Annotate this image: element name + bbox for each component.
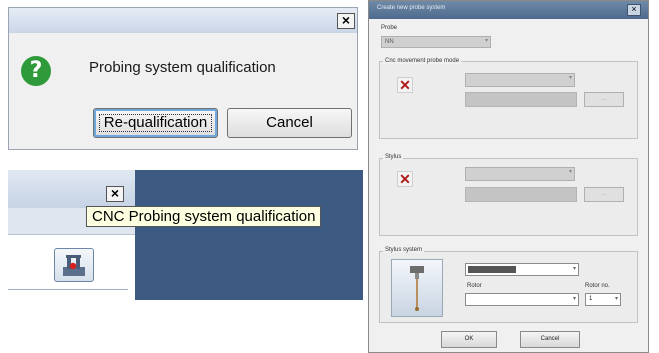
create-probe-dialog: Create new probe system × Probe NN ▾ Cnc…	[368, 0, 649, 353]
probe-select[interactable]: NN ▾	[381, 36, 491, 48]
selected-text-highlight	[468, 266, 516, 273]
probe-mode-browse-button[interactable]: ...	[584, 92, 624, 107]
close-button[interactable]: ×	[106, 186, 124, 202]
probe-mode-field[interactable]	[465, 92, 577, 107]
dialog-title: Create new probe system	[377, 5, 446, 11]
qualification-dialog: × ? Probing system qualification Re-qual…	[8, 7, 358, 150]
dialog-titlebar	[9, 8, 357, 33]
stylus-group-label: Stylus	[383, 154, 404, 160]
stylus-select[interactable]: ▾	[465, 167, 575, 181]
stylus-icon	[410, 266, 424, 311]
rotor-select[interactable]: ▾	[465, 293, 579, 306]
toolbar-panel: × CNC Probing system qualification	[8, 170, 363, 300]
chevron-down-icon: ▾	[568, 75, 572, 81]
rotor-label: Rotor	[467, 283, 482, 289]
chevron-down-icon: ▾	[568, 169, 572, 175]
probing-qualification-button[interactable]	[54, 248, 94, 282]
cancel-button[interactable]: Cancel	[227, 108, 352, 138]
stylus-browse-button[interactable]: ...	[584, 187, 624, 202]
requalification-button[interactable]: Re-qualification	[93, 108, 218, 138]
close-button[interactable]: ×	[627, 4, 641, 16]
rotor-no-select[interactable]: 1 ▾	[585, 293, 621, 306]
probe-mode-select[interactable]: ▾	[465, 73, 575, 87]
tooltip: CNC Probing system qualification	[86, 206, 322, 227]
x-icon: ✕	[397, 171, 413, 187]
question-icon: ?	[21, 56, 51, 86]
stylus-preview-image	[391, 259, 443, 317]
x-icon: ✕	[397, 77, 413, 93]
chevron-down-icon: ▾	[572, 296, 576, 302]
rotor-no-label: Rotor no.	[585, 283, 610, 289]
probe-icon	[63, 255, 85, 276]
cancel-button[interactable]: Cancel	[520, 331, 580, 348]
focus-rect	[99, 114, 212, 132]
probe-mode-group-label: Cnc movement probe mode	[383, 58, 462, 64]
dialog-message: Probing system qualification	[89, 59, 276, 76]
chevron-down-icon: ▾	[614, 296, 618, 302]
chevron-down-icon: ▾	[484, 38, 488, 44]
toolbar-divider	[8, 289, 128, 290]
ok-button[interactable]: OK	[441, 331, 497, 348]
probe-select-value: NN	[385, 39, 394, 45]
probe-label: Probe	[381, 25, 398, 31]
stylus-system-select[interactable]: ▾	[465, 263, 579, 276]
rotor-no-value: 1	[589, 296, 593, 302]
stylus-field[interactable]	[465, 187, 577, 202]
close-button[interactable]: ×	[337, 13, 355, 29]
stylus-system-label: Stylus system	[383, 247, 425, 253]
chevron-down-icon: ▾	[572, 266, 576, 272]
